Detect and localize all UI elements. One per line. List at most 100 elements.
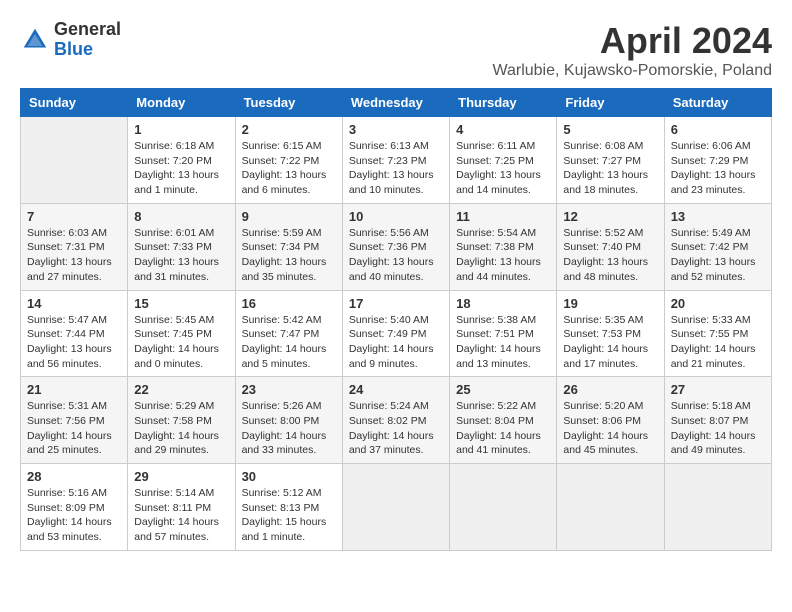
header-wednesday: Wednesday — [342, 89, 449, 117]
logo-icon — [20, 25, 50, 55]
day-info: Sunrise: 6:06 AM Sunset: 7:29 PM Dayligh… — [671, 139, 765, 198]
day-number: 24 — [349, 382, 443, 397]
day-info: Sunrise: 6:15 AM Sunset: 7:22 PM Dayligh… — [242, 139, 336, 198]
day-info: Sunrise: 5:12 AM Sunset: 8:13 PM Dayligh… — [242, 486, 336, 545]
day-info: Sunrise: 5:16 AM Sunset: 8:09 PM Dayligh… — [27, 486, 121, 545]
day-cell: 11 Sunrise: 5:54 AM Sunset: 7:38 PM Dayli… — [450, 203, 557, 290]
day-info: Sunrise: 5:22 AM Sunset: 8:04 PM Dayligh… — [456, 399, 550, 458]
day-number: 17 — [349, 296, 443, 311]
day-cell: 19Sunrise: 5:35 AM Sunset: 7:53 PM Dayli… — [557, 290, 664, 377]
day-cell: 17 Sunrise: 5:40 AM Sunset: 7:49 PM Dayli… — [342, 290, 449, 377]
day-cell — [450, 464, 557, 551]
day-cell: 5 Sunrise: 6:08 AM Sunset: 7:27 PM Daylig… — [557, 117, 664, 204]
day-number: 25 — [456, 382, 550, 397]
days-header-row: SundayMondayTuesdayWednesdayThursdayFrid… — [21, 89, 772, 117]
day-info: Sunrise: 5:29 AM Sunset: 7:58 PM Dayligh… — [134, 399, 228, 458]
day-info: Sunrise: 5:38 AM Sunset: 7:51 PM Dayligh… — [456, 313, 550, 372]
day-info: Sunrise: 6:03 AM Sunset: 7:31 PM Dayligh… — [27, 226, 121, 285]
day-cell: 1 Sunrise: 6:18 AM Sunset: 7:20 PM Daylig… — [128, 117, 235, 204]
day-number: 6 — [671, 122, 765, 137]
day-cell: 30 Sunrise: 5:12 AM Sunset: 8:13 PM Dayli… — [235, 464, 342, 551]
day-info: Sunrise: 6:13 AM Sunset: 7:23 PM Dayligh… — [349, 139, 443, 198]
day-number: 1 — [134, 122, 228, 137]
header-sunday: Sunday — [21, 89, 128, 117]
day-number: 10 — [349, 209, 443, 224]
day-cell: 12Sunrise: 5:52 AM Sunset: 7:40 PM Dayli… — [557, 203, 664, 290]
calendar-table: SundayMondayTuesdayWednesdayThursdayFrid… — [20, 88, 772, 551]
day-cell: 27 Sunrise: 5:18 AM Sunset: 8:07 PM Dayli… — [664, 377, 771, 464]
logo-general-text: General — [54, 20, 121, 40]
day-info: Sunrise: 5:59 AM Sunset: 7:34 PM Dayligh… — [242, 226, 336, 285]
day-cell: 8 Sunrise: 6:01 AM Sunset: 7:33 PM Daylig… — [128, 203, 235, 290]
day-cell: 14 Sunrise: 5:47 AM Sunset: 7:44 PM Dayli… — [21, 290, 128, 377]
day-info: Sunrise: 6:11 AM Sunset: 7:25 PM Dayligh… — [456, 139, 550, 198]
day-cell: 7Sunrise: 6:03 AM Sunset: 7:31 PM Daylig… — [21, 203, 128, 290]
day-number: 16 — [242, 296, 336, 311]
calendar-title: April 2024 — [492, 20, 772, 62]
day-number: 29 — [134, 469, 228, 484]
day-info: Sunrise: 5:20 AM Sunset: 8:06 PM Dayligh… — [563, 399, 657, 458]
day-number: 21 — [27, 382, 121, 397]
day-number: 28 — [27, 469, 121, 484]
day-info: Sunrise: 5:14 AM Sunset: 8:11 PM Dayligh… — [134, 486, 228, 545]
day-cell — [557, 464, 664, 551]
week-row-3: 14 Sunrise: 5:47 AM Sunset: 7:44 PM Dayli… — [21, 290, 772, 377]
day-number: 13 — [671, 209, 765, 224]
header-monday: Monday — [128, 89, 235, 117]
day-info: Sunrise: 5:18 AM Sunset: 8:07 PM Dayligh… — [671, 399, 765, 458]
day-info: Sunrise: 5:26 AM Sunset: 8:00 PM Dayligh… — [242, 399, 336, 458]
day-cell: 25 Sunrise: 5:22 AM Sunset: 8:04 PM Dayli… — [450, 377, 557, 464]
day-info: Sunrise: 6:18 AM Sunset: 7:20 PM Dayligh… — [134, 139, 228, 198]
header-thursday: Thursday — [450, 89, 557, 117]
day-number: 14 — [27, 296, 121, 311]
day-number: 23 — [242, 382, 336, 397]
day-number: 18 — [456, 296, 550, 311]
day-cell: 29 Sunrise: 5:14 AM Sunset: 8:11 PM Dayli… — [128, 464, 235, 551]
week-row-2: 7Sunrise: 6:03 AM Sunset: 7:31 PM Daylig… — [21, 203, 772, 290]
day-number: 26 — [563, 382, 657, 397]
day-number: 27 — [671, 382, 765, 397]
header: General Blue April 2024 Warlubie, Kujaws… — [20, 20, 772, 80]
day-info: Sunrise: 5:40 AM Sunset: 7:49 PM Dayligh… — [349, 313, 443, 372]
day-info: Sunrise: 5:45 AM Sunset: 7:45 PM Dayligh… — [134, 313, 228, 372]
week-row-4: 21 Sunrise: 5:31 AM Sunset: 7:56 PM Dayli… — [21, 377, 772, 464]
day-number: 22 — [134, 382, 228, 397]
logo: General Blue — [20, 20, 121, 60]
day-info: Sunrise: 5:49 AM Sunset: 7:42 PM Dayligh… — [671, 226, 765, 285]
day-number: 4 — [456, 122, 550, 137]
day-cell — [21, 117, 128, 204]
day-cell: 28 Sunrise: 5:16 AM Sunset: 8:09 PM Dayli… — [21, 464, 128, 551]
day-number: 30 — [242, 469, 336, 484]
day-info: Sunrise: 5:42 AM Sunset: 7:47 PM Dayligh… — [242, 313, 336, 372]
day-cell — [342, 464, 449, 551]
logo-text: General Blue — [54, 20, 121, 60]
day-number: 5 — [563, 122, 657, 137]
header-tuesday: Tuesday — [235, 89, 342, 117]
day-number: 12 — [563, 209, 657, 224]
day-info: Sunrise: 5:35 AM Sunset: 7:53 PM Dayligh… — [563, 313, 657, 372]
day-cell: 18 Sunrise: 5:38 AM Sunset: 7:51 PM Dayli… — [450, 290, 557, 377]
day-info: Sunrise: 5:31 AM Sunset: 7:56 PM Dayligh… — [27, 399, 121, 458]
week-row-5: 28 Sunrise: 5:16 AM Sunset: 8:09 PM Dayli… — [21, 464, 772, 551]
day-cell: 6 Sunrise: 6:06 AM Sunset: 7:29 PM Daylig… — [664, 117, 771, 204]
day-cell: 4 Sunrise: 6:11 AM Sunset: 7:25 PM Daylig… — [450, 117, 557, 204]
day-number: 11 — [456, 209, 550, 224]
day-cell: 24Sunrise: 5:24 AM Sunset: 8:02 PM Dayli… — [342, 377, 449, 464]
day-info: Sunrise: 5:47 AM Sunset: 7:44 PM Dayligh… — [27, 313, 121, 372]
logo-blue-text: Blue — [54, 40, 121, 60]
day-info: Sunrise: 6:01 AM Sunset: 7:33 PM Dayligh… — [134, 226, 228, 285]
day-info: Sunrise: 6:08 AM Sunset: 7:27 PM Dayligh… — [563, 139, 657, 198]
day-number: 15 — [134, 296, 228, 311]
day-cell: 13 Sunrise: 5:49 AM Sunset: 7:42 PM Dayli… — [664, 203, 771, 290]
day-cell: 21 Sunrise: 5:31 AM Sunset: 7:56 PM Dayli… — [21, 377, 128, 464]
day-cell: 20Sunrise: 5:33 AM Sunset: 7:55 PM Dayli… — [664, 290, 771, 377]
day-info: Sunrise: 5:54 AM Sunset: 7:38 PM Dayligh… — [456, 226, 550, 285]
day-cell: 16 Sunrise: 5:42 AM Sunset: 7:47 PM Dayli… — [235, 290, 342, 377]
day-cell: 10 Sunrise: 5:56 AM Sunset: 7:36 PM Dayli… — [342, 203, 449, 290]
day-number: 8 — [134, 209, 228, 224]
header-friday: Friday — [557, 89, 664, 117]
day-cell: 23 Sunrise: 5:26 AM Sunset: 8:00 PM Dayli… — [235, 377, 342, 464]
day-cell: 26 Sunrise: 5:20 AM Sunset: 8:06 PM Dayli… — [557, 377, 664, 464]
header-saturday: Saturday — [664, 89, 771, 117]
day-info: Sunrise: 5:56 AM Sunset: 7:36 PM Dayligh… — [349, 226, 443, 285]
